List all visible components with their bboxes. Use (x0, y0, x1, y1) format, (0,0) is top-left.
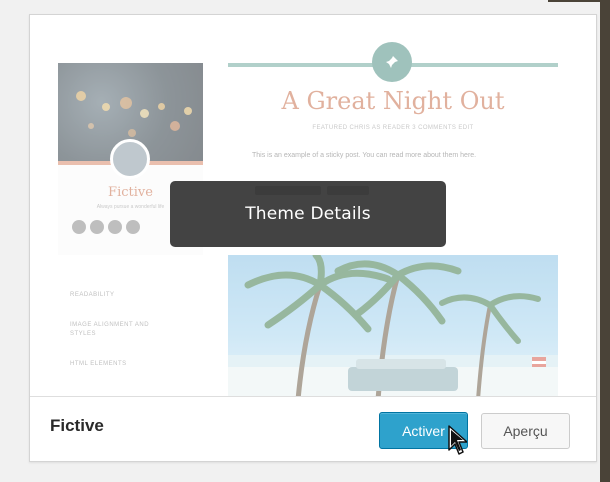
theme-details-button[interactable]: Theme Details (170, 181, 446, 247)
mouse-cursor-icon (448, 425, 467, 455)
theme-name: Fictive (50, 416, 104, 435)
theme-card[interactable]: Fictive Always pursue a wonderful life R… (29, 14, 597, 462)
theme-screenshot[interactable]: Fictive Always pursue a wonderful life R… (30, 15, 596, 396)
window-edge (600, 0, 610, 482)
preview-button[interactable]: Aperçu (481, 413, 570, 449)
theme-card-footer: Fictive Activer Aperçu (30, 396, 596, 461)
window-edge-top (548, 0, 600, 2)
